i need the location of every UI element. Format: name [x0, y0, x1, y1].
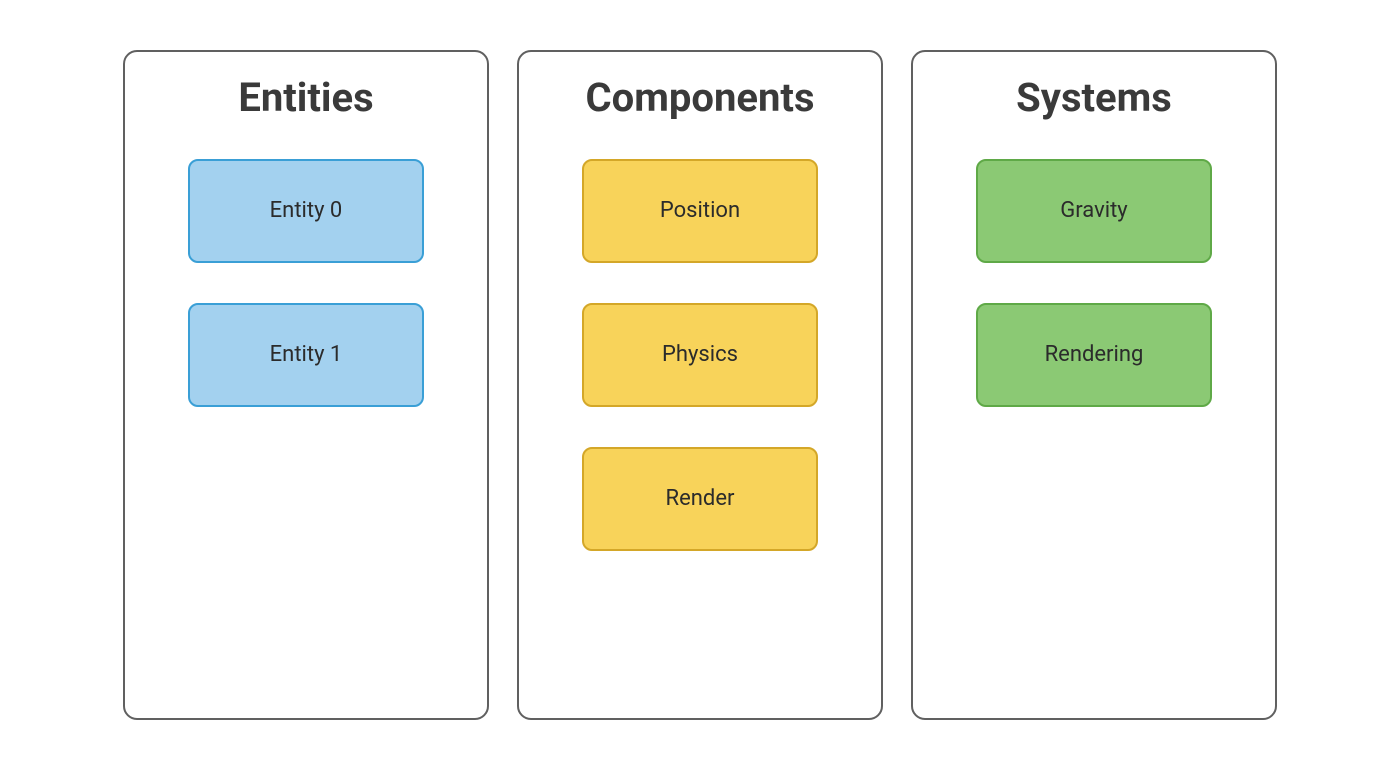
column-systems: Systems Gravity Rendering: [911, 50, 1277, 720]
item-label: Entity 0: [270, 198, 343, 223]
column-title: Systems: [1016, 74, 1172, 121]
entity-item: Entity 0: [188, 159, 424, 263]
column-title: Components: [585, 74, 814, 121]
system-item: Rendering: [976, 303, 1212, 407]
column-components: Components Position Physics Render: [517, 50, 883, 720]
system-item: Gravity: [976, 159, 1212, 263]
item-label: Render: [666, 486, 735, 511]
ecs-diagram: Entities Entity 0 Entity 1 Components Po…: [123, 50, 1277, 720]
column-entities: Entities Entity 0 Entity 1: [123, 50, 489, 720]
entity-item: Entity 1: [188, 303, 424, 407]
components-list: Position Physics Render: [583, 159, 817, 551]
item-label: Physics: [662, 342, 738, 367]
column-title: Entities: [238, 74, 373, 121]
item-label: Gravity: [1060, 198, 1127, 223]
component-item: Position: [582, 159, 818, 263]
component-item: Physics: [582, 303, 818, 407]
entities-list: Entity 0 Entity 1: [189, 159, 423, 407]
item-label: Rendering: [1045, 342, 1144, 367]
component-item: Render: [582, 447, 818, 551]
item-label: Entity 1: [270, 342, 343, 367]
item-label: Position: [660, 198, 740, 223]
systems-list: Gravity Rendering: [977, 159, 1211, 407]
